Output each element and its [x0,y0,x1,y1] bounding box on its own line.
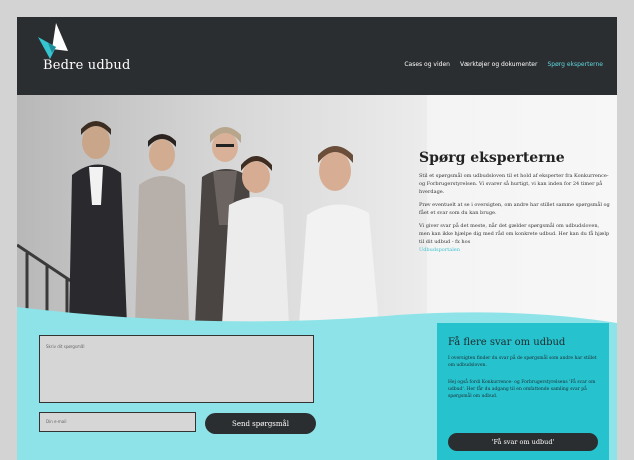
side-card-title: Få flere svar om udbud [448,337,566,348]
hero-section: Spørg eksperterne Stil et spørgsmål om u… [17,95,617,325]
hero-text: Spørg eksperterne Stil et spørgsmål om u… [419,150,611,259]
hero-intro: Stil et spørgsmål om udbudsloven til et … [419,173,609,195]
logo-icon[interactable] [34,23,74,59]
email-input[interactable]: Din e-mail [39,412,196,432]
nav-item-tools[interactable]: Værktøjer og dokumenter [460,61,538,68]
team-photo [17,95,427,325]
nav-item-experts[interactable]: Spørg eksperterne [547,61,603,68]
hero-title: Spørg eksperterne [419,150,565,166]
logo-text[interactable]: Bedre udbud [43,58,131,73]
get-answers-button[interactable]: 'Få svar om udbud' [448,433,598,451]
nav-item-cases[interactable]: Cases og viden [404,61,450,68]
hero-paragraph-3-text: Vi giver svar på det meste, når det gæld… [419,223,610,245]
hero-paragraph-2: Prøv eventuelt at se i oversigten, om an… [419,202,610,216]
page: Bedre udbud Cases og viden Værktøjer og … [17,17,617,460]
side-card-text-2: Hej også fordi Konkurrence- og Forbruger… [448,380,596,399]
header-wave [17,73,617,95]
more-answers-card: Få flere svar om udbud I oversigten find… [437,323,609,460]
udbudsportalen-link[interactable]: Udbudsportalen [419,247,460,253]
hero-paragraph-3: Vi giver svar på det meste, når det gæld… [419,222,611,254]
main-nav: Cases og viden Værktøjer og dokumenter S… [404,61,603,68]
send-question-button[interactable]: Send spørgsmål [205,413,316,434]
question-textarea[interactable]: Skriv dit spørgsmål [39,335,314,403]
side-card-text-1: I oversigten finder du svar på de spørgs… [448,356,597,368]
